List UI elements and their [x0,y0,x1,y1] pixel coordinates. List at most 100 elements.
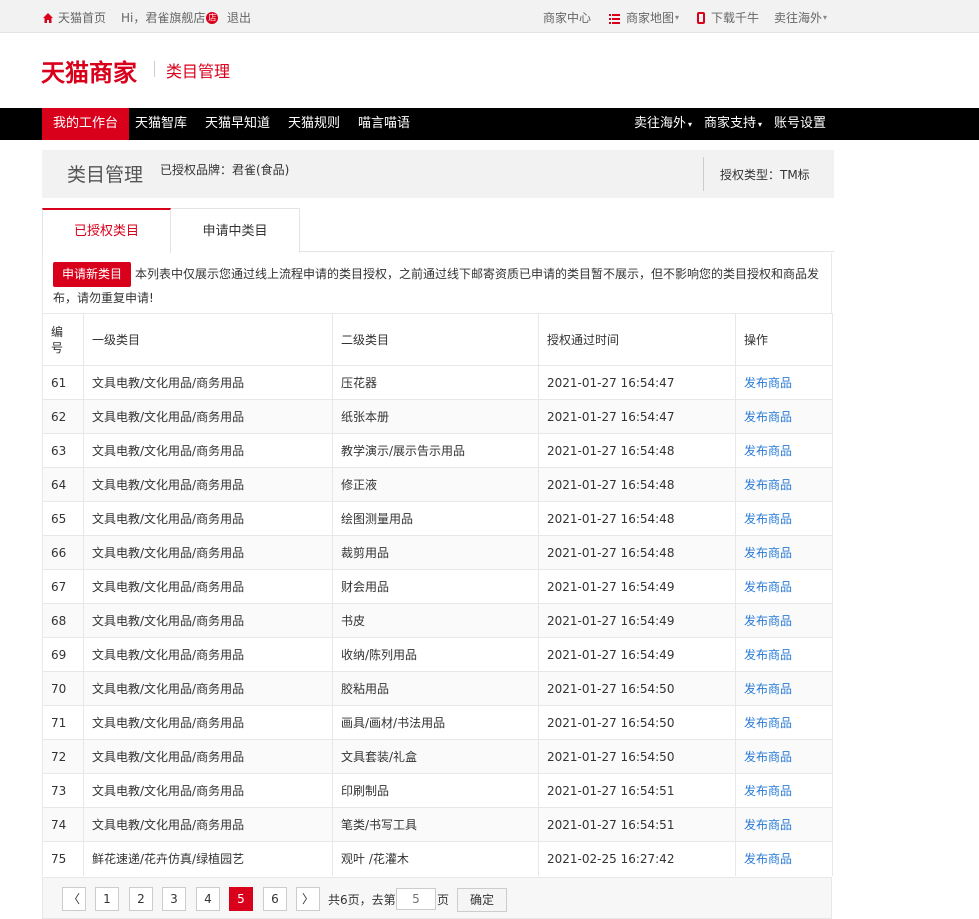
merchant-map-menu[interactable]: 商家地图 ▾ [609,10,679,26]
nav-item-tmall-news[interactable]: 天猫早知道 [205,108,270,140]
home-link[interactable]: 天猫首页 [42,10,106,26]
publish-product-link[interactable]: 发布商品 [735,535,833,570]
nav-item-merchant-support[interactable]: 商家支持 ▾ [704,108,762,140]
level2-category: 印刷制品 [332,773,539,808]
publish-product-link[interactable]: 发布商品 [735,433,833,468]
apply-new-category-button[interactable]: 申请新类目 [53,262,131,287]
table-row: 74 文具电教/文化用品/商务用品 笔类/书写工具 2021-01-27 16:54:… [42,807,833,842]
level2-category: 胶粘用品 [332,671,539,706]
table-row: 73 文具电教/文化用品/商务用品 印刷制品 2021-01-27 16:54:51 发… [42,773,833,808]
phone-icon [697,12,705,24]
publish-product-link[interactable]: 发布商品 [735,773,833,808]
page-5-button[interactable]: 5 [229,887,253,911]
auth-time: 2021-01-27 16:54:50 [538,739,736,774]
page-unit-text: 页 [437,893,450,907]
merchant-center-label: 商家中心 [543,11,592,25]
row-number: 63 [42,433,84,468]
tmall-merchant-logo[interactable]: 天猫商家 [41,53,137,88]
tab-pending-categories[interactable]: 申请中类目 [171,208,300,253]
goto-page-input[interactable] [396,888,436,910]
prev-page-button[interactable]: 〈 [62,887,86,911]
table-row: 75 鲜花速递/花卉仿真/绿植园艺 观叶 /花灌木 2021-02-25 16:27:… [42,841,833,876]
publish-product-link[interactable]: 发布商品 [735,603,833,638]
page-2-button[interactable]: 2 [129,887,153,911]
download-qianniu-link[interactable]: 下载千牛 [697,10,759,26]
level2-category: 裁剪用品 [332,535,539,570]
nav-item-tmall-think-tank[interactable]: 天猫智库 [135,108,187,140]
tab-authorized-categories[interactable]: 已授权类目 [42,208,171,253]
table-row: 70 文具电教/文化用品/商务用品 胶粘用品 2021-01-27 16:54:50 发… [42,671,833,706]
row-number: 67 [42,569,84,604]
notice-box: 本列表中仅展示您通过线上流程申请的类目授权，之前通过线下邮寄资质已申请的类目暂不… [42,253,832,313]
row-number: 71 [42,705,84,740]
nav-item-miao-talk[interactable]: 喵言喵语 [358,108,410,140]
auth-time: 2021-02-25 16:27:42 [538,841,736,876]
main-nav: 我的工作台 天猫智库 天猫早知道 天猫规则 喵言喵语 卖往海外 ▾ 商家支持 ▾ 账… [0,108,979,140]
authorized-brand: 已授权品牌：君雀(食品) [160,163,290,177]
nav-item-account-settings[interactable]: 账号设置 [774,108,826,140]
merchant-center-link[interactable]: 商家中心 [543,10,591,26]
auth-time: 2021-01-27 16:54:51 [538,807,736,842]
nav-item-tmall-rules[interactable]: 天猫规则 [288,108,340,140]
table-header-row: 编号 一级类目 二级类目 授权通过时间 操作 [42,313,833,366]
publish-product-link[interactable]: 发布商品 [735,671,833,706]
table-row: 64 文具电教/文化用品/商务用品 修正液 2021-01-27 16:54:48 发布… [42,467,833,502]
auth-time: 2021-01-27 16:54:51 [538,773,736,808]
nav-support-label: 商家支持 [704,116,757,131]
header-subtitle: 类目管理 [166,62,231,81]
goto-confirm-button[interactable]: 确定 [457,888,507,912]
pagination: 〈 1 2 3 4 5 6 〉 共6页，去第 页 确定 [42,877,832,919]
publish-product-link[interactable]: 发布商品 [735,841,833,876]
page-title: 类目管理 [67,164,144,186]
level2-category: 画具/画材/书法用品 [332,705,539,740]
table-row: 61 文具电教/文化用品/商务用品 压花器 2021-01-27 16:54:47 发布… [42,365,833,400]
table-row: 71 文具电教/文化用品/商务用品 画具/画材/书法用品 2021-01-27 16:… [42,705,833,740]
publish-product-link[interactable]: 发布商品 [735,705,833,740]
publish-product-link[interactable]: 发布商品 [735,807,833,842]
table-row: 72 文具电教/文化用品/商务用品 文具套装/礼盒 2021-01-27 16:54:… [42,739,833,774]
row-number: 65 [42,501,84,536]
publish-product-link[interactable]: 发布商品 [735,637,833,672]
level2-category: 书皮 [332,603,539,638]
level1-category: 文具电教/文化用品/商务用品 [83,399,333,434]
auth-time: 2021-01-27 16:54:47 [538,399,736,434]
home-link-label: 天猫首页 [58,11,107,25]
publish-product-link[interactable]: 发布商品 [735,467,833,502]
publish-product-link[interactable]: 发布商品 [735,501,833,536]
list-icon [609,13,620,24]
level2-category: 收纳/陈列用品 [332,637,539,672]
level1-category: 文具电教/文化用品/商务用品 [83,637,333,672]
category-tabs: 已授权类目 申请中类目 [42,208,834,253]
row-number: 68 [42,603,84,638]
overseas-label-top: 卖往海外 [774,11,823,25]
auth-time: 2021-01-27 16:54:49 [538,637,736,672]
nav-item-workbench[interactable]: 我的工作台 [42,108,130,140]
publish-product-link[interactable]: 发布商品 [735,399,833,434]
logo-divider [154,61,155,77]
overseas-menu-top[interactable]: 卖往海外 ▾ [774,10,827,26]
table-row: 69 文具电教/文化用品/商务用品 收纳/陈列用品 2021-01-27 16:54:… [42,637,833,672]
row-number: 66 [42,535,84,570]
row-number: 62 [42,399,84,434]
logout-link[interactable]: 退出 [227,10,251,26]
publish-product-link[interactable]: 发布商品 [735,569,833,604]
top-bar: 天猫首页 Hi，君雀旗舰店 店 退出 商家中心 商家地图 ▾ 下载千牛 卖往海外… [0,0,979,33]
page-3-button[interactable]: 3 [162,887,186,911]
chevron-down-icon: ▾ [688,120,693,129]
page-1-button[interactable]: 1 [95,887,119,911]
nav-overseas-label: 卖往海外 [634,116,687,131]
publish-product-link[interactable]: 发布商品 [735,739,833,774]
level2-category: 笔类/书写工具 [332,807,539,842]
level1-category: 文具电教/文化用品/商务用品 [83,739,333,774]
nav-item-overseas[interactable]: 卖往海外 ▾ [634,108,692,140]
table-row: 67 文具电教/文化用品/商务用品 财会用品 2021-01-27 16:54:49 发… [42,569,833,604]
publish-product-link[interactable]: 发布商品 [735,365,833,400]
chevron-down-icon: ▾ [758,120,763,129]
level2-category: 文具套装/礼盒 [332,739,539,774]
page-6-button[interactable]: 6 [263,887,287,911]
page-title-bar: 类目管理 已授权品牌：君雀(食品) 授权类型：TM标 [42,150,834,198]
page-4-button[interactable]: 4 [196,887,220,911]
next-page-button[interactable]: 〉 [296,887,320,911]
level1-category: 文具电教/文化用品/商务用品 [83,569,333,604]
auth-time: 2021-01-27 16:54:50 [538,671,736,706]
